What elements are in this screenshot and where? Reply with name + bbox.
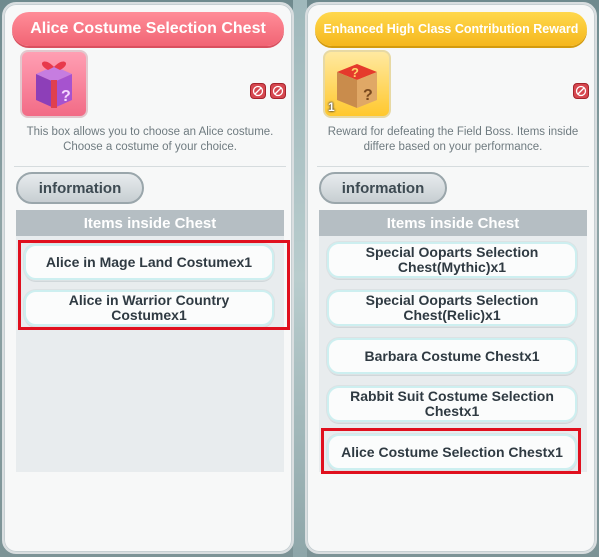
list-item[interactable]: Rabbit Suit Costume Selection Chestx1 [327, 386, 577, 422]
list-item[interactable]: Alice in Warrior Country Costumex1 [24, 290, 274, 326]
no-sell-icon [573, 83, 589, 99]
items-inside-header: Items inside Chest [16, 210, 284, 236]
list-item[interactable]: Barbara Costume Chestx1 [327, 338, 577, 374]
divider [14, 166, 286, 167]
items-inside-header: Items inside Chest [319, 210, 587, 236]
information-button[interactable]: information [319, 172, 447, 204]
information-button[interactable]: information [16, 172, 144, 204]
list-item[interactable]: Alice in Mage Land Costumex1 [24, 244, 274, 280]
item-count: 1 [328, 100, 335, 114]
left-item-panel: Alice Costume Selection Chest ? This box… [2, 2, 294, 554]
list-item[interactable]: Special Ooparts Selection Chest(Relic)x1 [327, 290, 577, 326]
svg-text:?: ? [363, 87, 373, 104]
items-list: Special Ooparts Selection Chest(Mythic)x… [319, 236, 587, 472]
panel-title: Alice Costume Selection Chest [12, 12, 284, 46]
right-item-panel: Enhanced High Class Contribution Reward … [305, 2, 597, 554]
svg-text:?: ? [61, 88, 71, 105]
item-description: Reward for defeating the Field Boss. Ite… [327, 126, 579, 153]
panel-title: Enhanced High Class Contribution Reward [315, 12, 587, 46]
list-item[interactable]: Alice Costume Selection Chestx1 [327, 434, 577, 470]
items-list: Alice in Mage Land Costumex1 Alice in Wa… [16, 236, 284, 472]
mystery-box-icon: ? ? 1 [323, 50, 391, 118]
purple-gift-box-icon: ? [20, 50, 88, 118]
svg-text:?: ? [351, 65, 359, 80]
divider [317, 166, 589, 167]
no-sell-icon [270, 83, 286, 99]
no-trade-icon [250, 83, 266, 99]
list-item[interactable]: Special Ooparts Selection Chest(Mythic)x… [327, 242, 577, 278]
item-description: This box allows you to choose an Alice c… [26, 126, 274, 153]
